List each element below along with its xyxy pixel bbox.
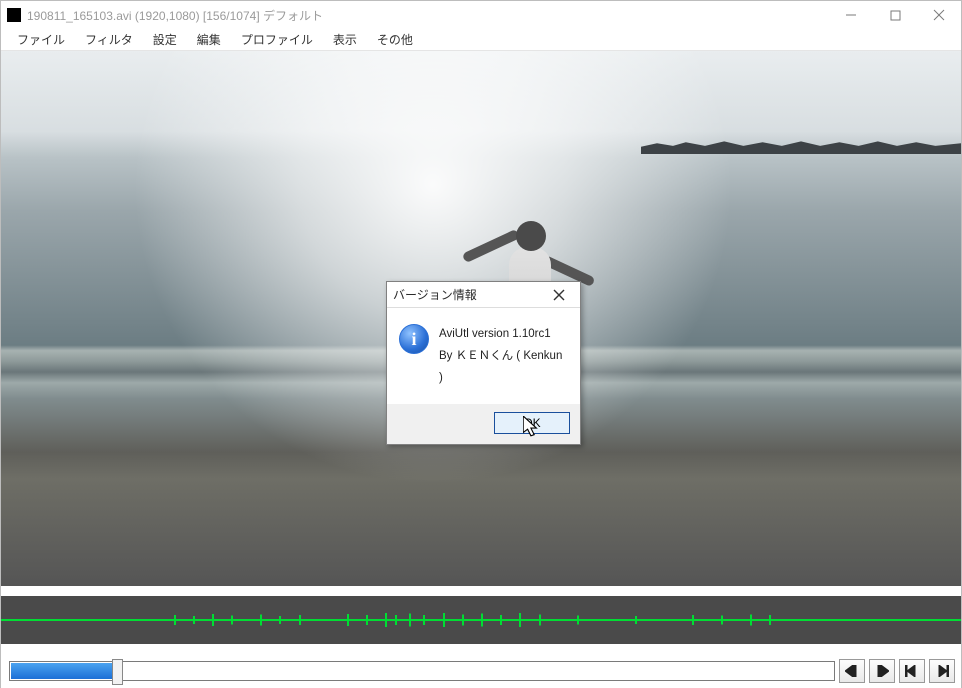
- menubar: ファイル フィルタ 設定 編集 プロファイル 表示 その他: [1, 29, 961, 51]
- divider: [1, 586, 961, 596]
- author-line: By ＫＥＮくん ( Kenkun ): [439, 346, 568, 390]
- menu-settings[interactable]: 設定: [143, 29, 187, 50]
- about-dialog: バージョン情報 i AviUtl version 1.10rc1 By ＫＥＮく…: [386, 281, 581, 445]
- menu-filter[interactable]: フィルタ: [75, 29, 143, 50]
- dialog-body: i AviUtl version 1.10rc1 By ＫＥＮくん ( Kenk…: [387, 308, 580, 404]
- maximize-button[interactable]: [873, 1, 917, 29]
- dialog-footer: OK: [387, 404, 580, 444]
- minimize-button[interactable]: [829, 1, 873, 29]
- transport-controls: [1, 654, 961, 688]
- seek-slider[interactable]: [9, 661, 835, 681]
- menu-profile[interactable]: プロファイル: [231, 29, 323, 50]
- menu-edit[interactable]: 編集: [187, 29, 231, 50]
- divider: [1, 644, 961, 654]
- timeline[interactable]: [1, 596, 961, 644]
- menu-other[interactable]: その他: [367, 29, 423, 50]
- close-button[interactable]: [917, 1, 961, 29]
- dialog-title: バージョン情報: [393, 286, 477, 303]
- go-end-button[interactable]: [929, 659, 955, 683]
- menu-view[interactable]: 表示: [323, 29, 367, 50]
- window-buttons: [829, 1, 961, 29]
- ok-button[interactable]: OK: [494, 412, 570, 434]
- go-start-button[interactable]: [899, 659, 925, 683]
- prev-frame-button[interactable]: [839, 659, 865, 683]
- seek-fill: [11, 663, 118, 679]
- dialog-titlebar[interactable]: バージョン情報: [387, 282, 580, 308]
- titlebar: 190811_165103.avi (1920,1080) [156/1074]…: [1, 1, 961, 29]
- app-window: 190811_165103.avi (1920,1080) [156/1074]…: [0, 0, 962, 688]
- version-line: AviUtl version 1.10rc1: [439, 324, 568, 346]
- seek-thumb[interactable]: [112, 659, 123, 685]
- window-title: 190811_165103.avi (1920,1080) [156/1074]…: [27, 7, 323, 24]
- dialog-close-button[interactable]: [544, 284, 574, 306]
- menu-file[interactable]: ファイル: [7, 29, 75, 50]
- info-icon: i: [399, 324, 429, 354]
- next-frame-button[interactable]: [869, 659, 895, 683]
- app-icon: [7, 8, 21, 22]
- dialog-text: AviUtl version 1.10rc1 By ＫＥＮくん ( Kenkun…: [439, 324, 568, 390]
